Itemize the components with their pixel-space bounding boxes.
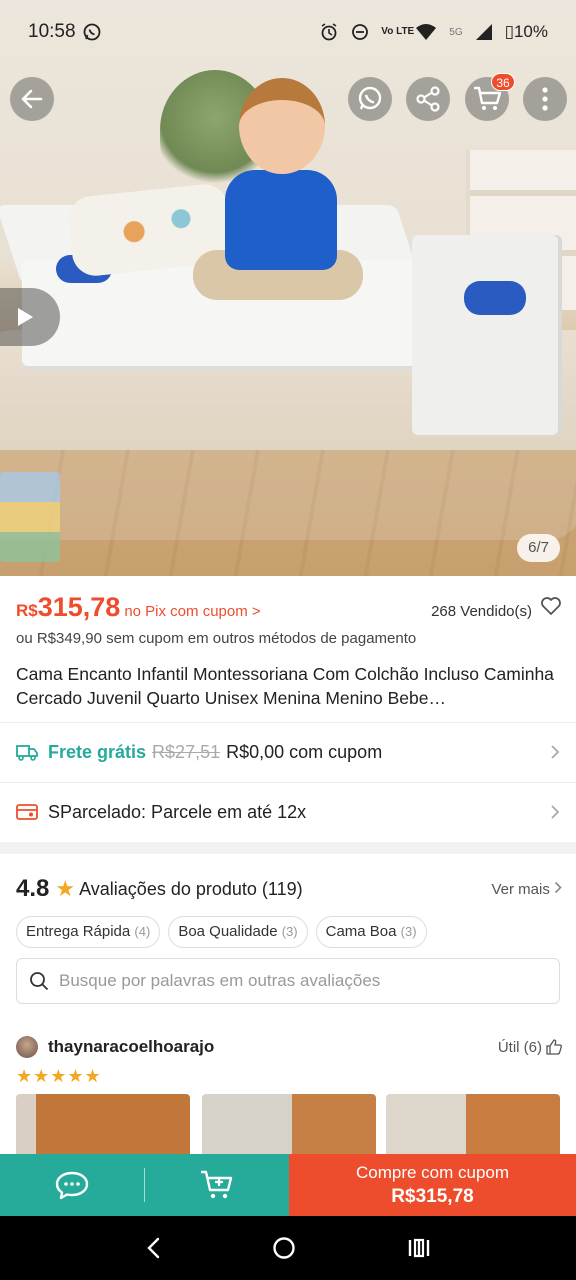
tag-label: Cama Boa — [325, 923, 397, 940]
share-button[interactable] — [406, 77, 450, 121]
tag-count: (3) — [281, 924, 298, 939]
bottom-action-bar: Compre com cupom R$315,78 — [0, 1154, 576, 1216]
chat-button[interactable] — [0, 1154, 144, 1216]
add-to-cart-button[interactable] — [145, 1154, 289, 1216]
review-stars: ★★★★★ — [16, 1066, 102, 1086]
signal-icon — [475, 24, 492, 40]
heart-icon[interactable] — [540, 596, 562, 616]
battery-label: 10% — [513, 22, 548, 41]
installments-text: SParcelado: Parcele em até 12x — [48, 801, 307, 822]
installments-row[interactable]: SParcelado: Parcele em até 12x — [0, 783, 576, 841]
review-tag[interactable]: Cama Boa (3) — [315, 916, 427, 948]
review-search-input[interactable]: Busque por palavras em outras avaliações — [16, 958, 560, 1004]
product-title: Cama Encanto Infantil Montessoriana Com … — [16, 664, 554, 708]
chevron-right-icon — [554, 881, 562, 893]
truck-icon — [16, 745, 38, 761]
back-button[interactable] — [10, 77, 54, 121]
section-separator — [0, 842, 576, 854]
clock: 10:58 — [28, 21, 76, 42]
arrow-left-icon — [21, 89, 43, 109]
floor-decor — [0, 450, 576, 576]
card-icon — [16, 804, 38, 820]
chevron-right-icon — [551, 745, 560, 759]
buy-price: R$315,78 — [391, 1185, 474, 1207]
toy-blocks — [0, 472, 60, 562]
avatar — [16, 1036, 38, 1058]
whatsapp-share-button[interactable] — [348, 77, 392, 121]
tag-count: (4) — [134, 924, 151, 939]
play-video-button[interactable] — [0, 288, 60, 346]
pix-coupon-link[interactable]: no Pix com cupom > — [124, 603, 260, 620]
search-icon — [30, 972, 49, 991]
free-shipping-label: Frete grátis — [48, 741, 147, 762]
useful-button[interactable]: Útil (6) — [498, 1039, 562, 1056]
bar-divider — [144, 1154, 145, 1216]
shipping-old-price: R$27,51 — [152, 741, 221, 762]
shipping-row[interactable]: Frete grátis R$27,51 R$0,00 com cupom — [0, 723, 576, 781]
add-to-cart-icon — [201, 1170, 233, 1199]
battery-indicator: ▯10% — [505, 22, 548, 42]
price-row: R$ 315,78 no Pix com cupom > 268 Vendido… — [16, 592, 562, 628]
reviewer-name: thaynaracoelhoarajo — [48, 1037, 215, 1056]
volte-label: Vo LTE — [381, 26, 415, 37]
cart-badge: 36 — [491, 73, 515, 91]
rating-value: 4.8 — [16, 875, 50, 902]
tag-count: (3) — [400, 924, 417, 939]
tag-label: Boa Qualidade — [178, 923, 278, 940]
thumbs-up-icon — [546, 1039, 562, 1055]
more-vertical-icon — [542, 87, 548, 111]
chevron-right-icon — [551, 805, 560, 819]
sold-count: 268 Vendido(s) — [431, 603, 532, 620]
price-currency: R$ — [16, 601, 38, 620]
network-label: 5G — [449, 26, 463, 38]
cart-button[interactable]: 36 — [465, 73, 515, 121]
search-placeholder: Busque por palavras em outras avaliações — [59, 971, 381, 990]
review-tags: Entrega Rápida (4) Boa Qualidade (3) Cam… — [16, 916, 427, 948]
nav-recents-icon[interactable] — [406, 1236, 432, 1260]
nav-back-icon[interactable] — [144, 1236, 162, 1260]
alt-price-note: ou R$349,90 sem cupom em outros métodos … — [16, 630, 417, 647]
alarm-icon — [321, 23, 337, 41]
review-header: thaynaracoelhoarajo Útil (6) — [16, 1034, 562, 1060]
battery-icon: ▯ — [504, 22, 514, 41]
shipping-new-price: R$0,00 com cupom — [226, 741, 383, 762]
nav-home-icon[interactable] — [271, 1235, 297, 1261]
tag-label: Entrega Rápida — [26, 923, 131, 940]
status-bar: 10:58 Vo LTE 5G ▯10% — [0, 0, 576, 64]
child-image — [193, 78, 365, 318]
more-options-button[interactable] — [523, 77, 567, 121]
whatsapp-notification-icon — [83, 23, 100, 41]
price-value: 315,78 — [37, 592, 121, 622]
buy-with-coupon-button[interactable]: Compre com cupom R$315,78 — [289, 1154, 576, 1216]
see-more-link[interactable]: Ver mais — [491, 881, 562, 898]
dnd-icon — [352, 24, 369, 40]
play-icon — [18, 308, 33, 326]
star-icon: ★ — [55, 876, 76, 901]
reviews-title: Avaliações do produto (119) — [79, 878, 303, 899]
whatsapp-icon — [358, 86, 382, 110]
chat-icon — [55, 1171, 89, 1200]
buy-label: Compre com cupom — [355, 1162, 510, 1182]
wifi-icon — [416, 24, 437, 40]
see-more-label: Ver mais — [491, 880, 550, 898]
review-tag[interactable]: Boa Qualidade (3) — [168, 916, 308, 948]
share-icon — [416, 86, 440, 112]
product-image[interactable]: 10:58 Vo LTE 5G ▯10% 36 6/7 — [0, 0, 576, 576]
system-nav-bar — [0, 1216, 576, 1280]
review-tag[interactable]: Entrega Rápida (4) — [16, 916, 161, 948]
reviews-header: 4.8 ★ Avaliações do produto (119) Ver ma… — [16, 872, 562, 906]
useful-label: Útil (6) — [497, 1038, 542, 1056]
image-counter: 6/7 — [517, 534, 560, 562]
